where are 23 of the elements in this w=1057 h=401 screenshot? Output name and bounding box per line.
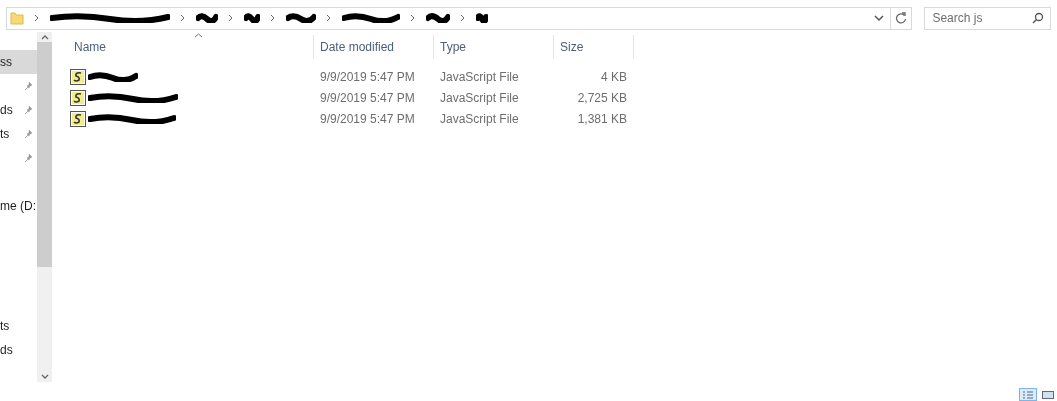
sidebar-item[interactable]: ds [0,98,37,122]
sidebar-item[interactable]: ts [0,122,37,146]
sidebar-item[interactable]: ts [0,314,37,338]
column-header[interactable]: Name [56,35,314,59]
column-header[interactable]: Date modified [314,35,434,59]
size-cell-text: 4 KB [600,68,628,86]
date-cell-text: 9/9/2019 5:47 PM [319,110,416,128]
file-row[interactable]: 9/9/2019 5:47 PM JavaScript File 1,381 KB [56,108,1057,129]
column-header[interactable]: Type [434,35,554,59]
sidebar-item[interactable]: me (D: [0,194,37,218]
file-row[interactable]: 9/9/2019 5:47 PM JavaScript File 4 KB [56,66,1057,87]
type-cell-text: JavaScript File [439,89,520,107]
type-cell-text: JavaScript File [439,68,520,86]
type-cell-text: JavaScript File [439,110,520,128]
sidebar-item[interactable]: ss [0,50,37,74]
date-cell-text: 9/9/2019 5:47 PM [319,68,416,86]
column-header[interactable]: Size [554,35,634,59]
search-field[interactable]: Search js [924,6,1051,30]
date-cell-text: 9/9/2019 5:47 PM [319,89,416,107]
sidebar-item[interactable]: ds [0,338,37,362]
file-row[interactable]: 9/9/2019 5:47 PM JavaScript File 2,725 KB [56,87,1057,108]
size-cell-text: 2,725 KB [576,89,628,107]
size-cell-text: 1,381 KB [576,110,628,128]
